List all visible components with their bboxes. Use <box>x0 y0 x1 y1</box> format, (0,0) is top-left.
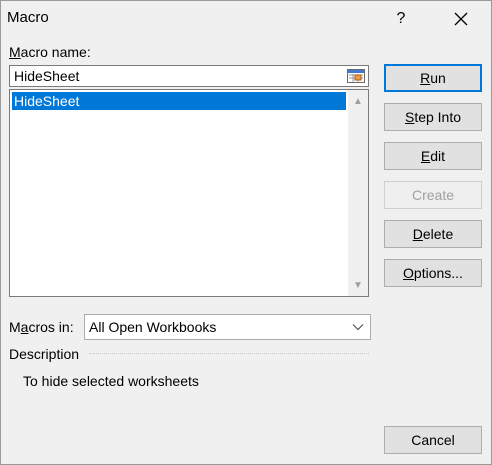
description-divider <box>89 353 369 354</box>
scroll-up-arrow-icon: ▲ <box>353 95 363 107</box>
macro-name-input[interactable]: HideSheet <box>9 65 369 87</box>
chevron-down-icon <box>352 324 364 331</box>
scroll-down-button[interactable]: ▼ <box>348 276 368 294</box>
dialog-title: Macro <box>7 9 49 26</box>
macros-in-select[interactable]: All Open Workbooks <box>84 314 371 340</box>
macros-in-value: All Open Workbooks <box>89 319 217 335</box>
delete-button[interactable]: Delete <box>384 220 482 248</box>
close-button[interactable] <box>439 1 483 37</box>
create-button[interactable]: Create <box>384 181 482 209</box>
step-into-button[interactable]: Step Into <box>384 103 482 131</box>
run-button[interactable]: Run <box>384 64 482 92</box>
cancel-button[interactable]: Cancel <box>384 426 482 454</box>
macro-name-value: HideSheet <box>14 68 80 84</box>
description-text: To hide selected worksheets <box>23 373 199 389</box>
description-label: Description <box>9 346 80 362</box>
close-icon <box>454 12 468 26</box>
edit-button[interactable]: Edit <box>384 142 482 170</box>
macros-in-label: Macros in: <box>9 319 74 335</box>
help-icon: ? <box>396 10 406 27</box>
range-picker-icon <box>347 69 365 83</box>
help-button[interactable]: ? <box>379 1 423 37</box>
scroll-down-arrow-icon: ▼ <box>353 279 363 291</box>
collapse-dialog-button[interactable] <box>346 68 366 84</box>
macro-dialog: Macro ? Macro name: HideSheet HideSheet <box>0 0 492 465</box>
macro-listbox[interactable]: HideSheet ▲ ▼ <box>9 89 369 297</box>
title-bar: Macro ? <box>1 1 491 37</box>
scroll-up-button[interactable]: ▲ <box>348 92 368 110</box>
list-item[interactable]: HideSheet <box>12 92 346 110</box>
vertical-scrollbar[interactable]: ▲ ▼ <box>348 90 368 296</box>
macro-name-label: Macro name: <box>9 44 91 60</box>
options-button[interactable]: Options... <box>384 259 482 287</box>
